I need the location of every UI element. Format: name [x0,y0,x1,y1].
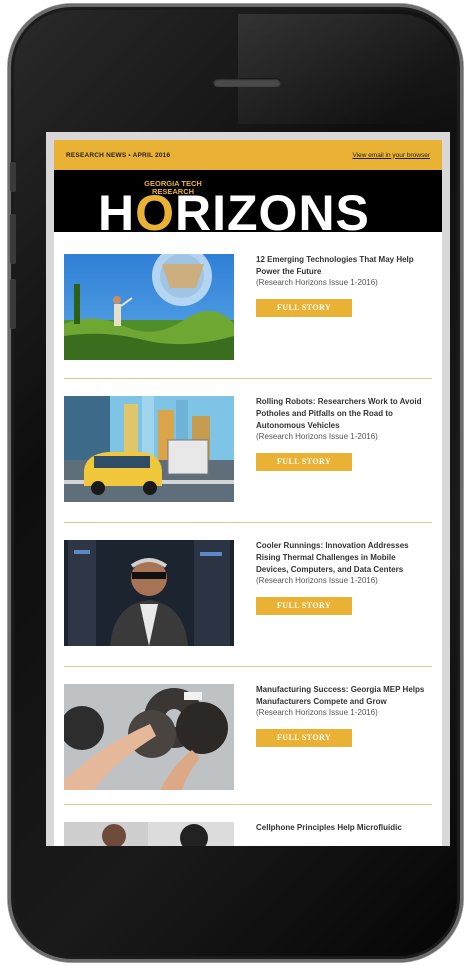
story-text: Cellphone Principles Help Microfluidic [256,822,426,834]
story-headline-text: Cooler Runnings: Innovation Addresses Ri… [256,541,409,574]
story-divider [64,378,432,379]
gears-hands-image [64,684,234,790]
story-divider [64,804,432,805]
logo-letters-rizons: RIZONS [175,185,370,232]
story-text: Manufacturing Success: Georgia MEP Helps… [256,684,426,747]
full-story-button[interactable]: FULL STORY [256,453,352,471]
logo-letter-h: H [98,185,136,232]
story-headline-text: Rolling Robots: Researchers Work to Avoi… [256,397,422,430]
technology-field-image [64,254,234,360]
story-headline[interactable]: Manufacturing Success: Georgia MEP Helps… [256,684,426,708]
issue-kicker: RESEARCH NEWS • APRIL 2016 [66,151,171,159]
story-thumbnail[interactable] [64,684,234,790]
logo-letter-o: O [135,185,176,232]
story-issue: (Research Horizons Issue 1-2016) [256,576,378,585]
story-divider [64,666,432,667]
microfluidic-researchers-image [64,822,234,846]
phone-frame: RESEARCH NEWS • APRIL 2016 View email in… [8,4,463,962]
researcher-data-center-image [64,540,234,646]
volume-down-button [10,279,16,329]
mute-switch [10,162,16,192]
story-text: Cooler Runnings: Innovation Addresses Ri… [256,540,426,615]
story-headline[interactable]: Rolling Robots: Researchers Work to Avoi… [256,396,426,432]
story-thumbnail[interactable] [64,254,234,360]
story-headline[interactable]: Cellphone Principles Help Microfluidic [256,822,426,834]
masthead-logo[interactable]: HORIZONS [98,188,370,232]
story-headline-text: Manufacturing Success: Georgia MEP Helps… [256,685,425,706]
story-thumbnail[interactable] [64,822,234,846]
full-story-button[interactable]: FULL STORY [256,299,352,317]
story-divider [64,522,432,523]
story-text: 12 Emerging Technologies That May Help P… [256,254,426,317]
autonomous-car-image [64,396,234,502]
story-issue: (Research Horizons Issue 1-2016) [256,278,378,287]
story-text: Rolling Robots: Researchers Work to Avoi… [256,396,426,471]
phone-glare [238,14,458,124]
masthead: GEORGIA TECH RESEARCH HORIZONS [54,170,442,232]
volume-up-button [10,214,16,264]
newsletter-topbar: RESEARCH NEWS • APRIL 2016 View email in… [54,140,442,170]
story-headline[interactable]: Cooler Runnings: Innovation Addresses Ri… [256,540,426,576]
story-headline[interactable]: 12 Emerging Technologies That May Help P… [256,254,426,278]
story-thumbnail[interactable] [64,540,234,646]
full-story-button[interactable]: FULL STORY [256,597,352,615]
full-story-button[interactable]: FULL STORY [256,729,352,747]
view-in-browser-link[interactable]: View email in your browser [352,152,430,159]
story-thumbnail[interactable] [64,396,234,502]
phone-screen: RESEARCH NEWS • APRIL 2016 View email in… [46,132,450,846]
story-issue: (Research Horizons Issue 1-2016) [256,432,378,441]
story-issue: (Research Horizons Issue 1-2016) [256,708,378,717]
earpiece-speaker [213,78,281,87]
email-newsletter: RESEARCH NEWS • APRIL 2016 View email in… [54,140,442,846]
